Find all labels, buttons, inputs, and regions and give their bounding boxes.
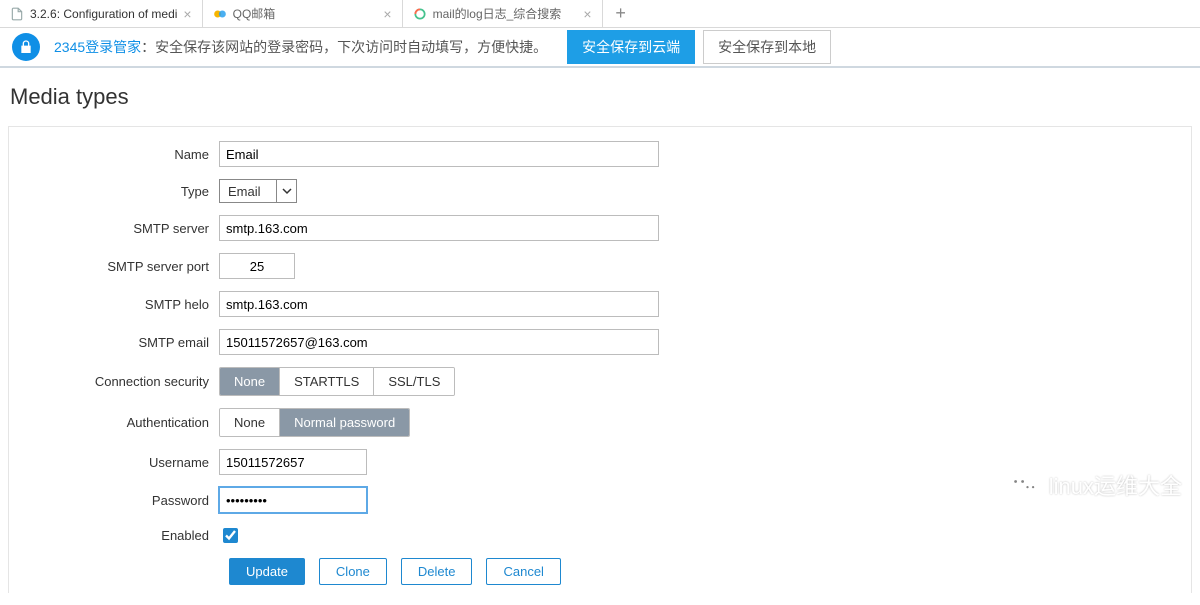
form-actions: Update Clone Delete Cancel — [229, 558, 1191, 585]
close-icon[interactable]: × — [183, 6, 191, 22]
smtp-email-input[interactable] — [219, 329, 659, 355]
enabled-checkbox[interactable] — [223, 528, 238, 543]
close-icon[interactable]: × — [583, 6, 591, 22]
label-smtp-email: SMTP email — [9, 335, 219, 350]
label-auth: Authentication — [9, 415, 219, 430]
password-save-bar: 2345登录管家：安全保存该网站的登录密码，下次访问时自动填写，方便快捷。 安全… — [0, 28, 1200, 68]
browser-tab-2[interactable]: mail的log日志_综合搜索 × — [403, 0, 603, 27]
new-tab-button[interactable]: + — [603, 0, 639, 27]
wechat-icon — [1007, 471, 1041, 499]
auth-none[interactable]: None — [220, 409, 280, 436]
chevron-down-icon[interactable] — [276, 180, 296, 202]
ring-icon — [413, 7, 427, 21]
label-smtp-helo: SMTP helo — [9, 297, 219, 312]
label-name: Name — [9, 147, 219, 162]
label-username: Username — [9, 455, 219, 470]
lock-icon — [12, 33, 40, 61]
conn-sec-ssl[interactable]: SSL/TLS — [374, 368, 454, 395]
page-body: Media types Name Type Email SMTP server … — [0, 68, 1200, 605]
smtp-port-input[interactable] — [219, 253, 295, 279]
type-select-value: Email — [220, 184, 276, 199]
msg-text: ：安全保存该网站的登录密码，下次访问时自动填写，方便快捷。 — [141, 39, 547, 55]
tab-title: 3.2.6: Configuration of medi — [30, 7, 177, 21]
connection-security-segmented: None STARTTLS SSL/TLS — [219, 367, 455, 396]
type-select[interactable]: Email — [219, 179, 297, 203]
label-password: Password — [9, 493, 219, 508]
browser-tab-strip: 3.2.6: Configuration of medi × QQ邮箱 × ma… — [0, 0, 1200, 28]
watermark: linux运维大全 — [1007, 469, 1182, 501]
close-icon[interactable]: × — [383, 6, 391, 22]
clone-button[interactable]: Clone — [319, 558, 387, 585]
conn-sec-none[interactable]: None — [220, 368, 280, 395]
conn-sec-starttls[interactable]: STARTTLS — [280, 368, 374, 395]
name-input[interactable] — [219, 141, 659, 167]
smtp-helo-input[interactable] — [219, 291, 659, 317]
tab-title: QQ邮箱 — [233, 5, 378, 22]
qq-icon — [213, 7, 227, 21]
label-smtp-port: SMTP server port — [9, 259, 219, 274]
username-input[interactable] — [219, 449, 367, 475]
update-button[interactable]: Update — [229, 558, 305, 585]
save-to-cloud-button[interactable]: 安全保存到云端 — [567, 30, 695, 64]
browser-tab-1[interactable]: QQ邮箱 × — [203, 0, 403, 27]
watermark-text: linux运维大全 — [1049, 469, 1182, 501]
cancel-button[interactable]: Cancel — [486, 558, 560, 585]
brand-text: 2345登录管家 — [54, 39, 141, 55]
label-conn-sec: Connection security — [9, 374, 219, 389]
browser-tab-0[interactable]: 3.2.6: Configuration of medi × — [0, 0, 203, 27]
save-to-local-button[interactable]: 安全保存到本地 — [703, 30, 831, 64]
tab-title: mail的log日志_综合搜索 — [433, 5, 578, 22]
label-type: Type — [9, 184, 219, 199]
authentication-segmented: None Normal password — [219, 408, 410, 437]
password-bar-message: 2345登录管家：安全保存该网站的登录密码，下次访问时自动填写，方便快捷。 — [54, 37, 547, 57]
media-type-form: Name Type Email SMTP server SMTP server … — [8, 126, 1192, 593]
label-smtp-server: SMTP server — [9, 221, 219, 236]
page-title: Media types — [10, 84, 1192, 110]
smtp-server-input[interactable] — [219, 215, 659, 241]
file-icon — [10, 7, 24, 21]
delete-button[interactable]: Delete — [401, 558, 473, 585]
label-enabled: Enabled — [9, 528, 219, 543]
auth-normal[interactable]: Normal password — [280, 409, 409, 436]
password-input[interactable] — [219, 487, 367, 513]
